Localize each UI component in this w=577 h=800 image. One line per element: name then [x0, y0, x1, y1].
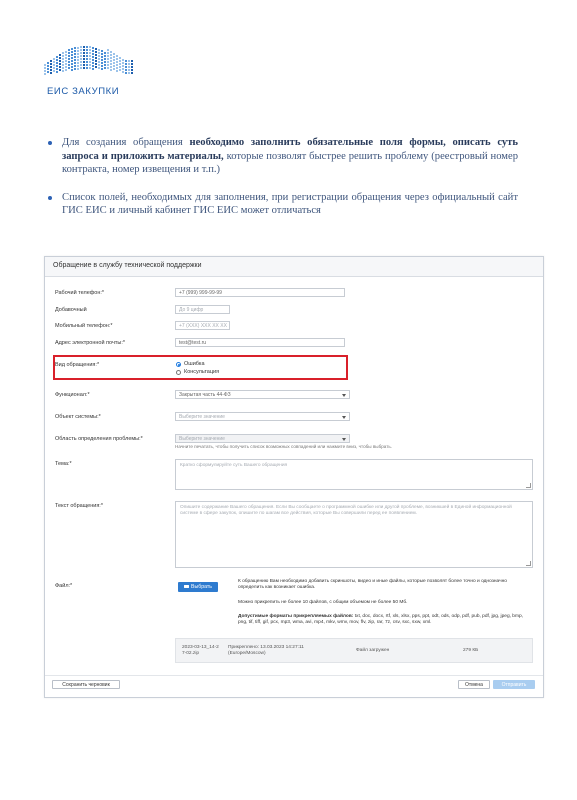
problem-area-hint: Начните печатать, чтобы получить список …: [175, 444, 392, 449]
topic-textarea[interactable]: Кратко сформулируйте суть Вашего обращен…: [175, 459, 533, 490]
email-label: Адрес электронной почты:*: [55, 340, 125, 346]
radio-consultation-label: Консультация: [184, 369, 220, 375]
mobile-phone-label: Мобильный телефон:*: [55, 323, 113, 329]
problem-area-label: Область определения проблемы:*: [55, 436, 143, 442]
info-bullets: Для создания обращения необходимо заполн…: [48, 136, 518, 232]
form-title: Обращение в службу технической поддержки: [53, 262, 202, 269]
work-phone-input[interactable]: +7 (999) 999-99-99: [175, 288, 345, 297]
submit-button[interactable]: Отправить: [493, 680, 535, 689]
file-name[interactable]: 2023-03-13_14-27-02.zip: [182, 645, 220, 657]
document-page: ЕИС ЗАКУПКИ Для создания обращения необх…: [0, 0, 577, 800]
file-attached-time: Прикреплено: 13.03.2023 14:27:11 (Europe…: [228, 645, 304, 656]
system-object-select[interactable]: Выберите значение: [175, 412, 350, 421]
cancel-button[interactable]: Отмена: [458, 680, 490, 689]
logo-text: ЕИС ЗАКУПКИ: [47, 86, 120, 97]
files-label: Файл:*: [55, 583, 73, 589]
chevron-down-icon: [342, 394, 346, 397]
problem-area-select[interactable]: Выберите значение: [175, 434, 350, 443]
eis-logo: ЕИС ЗАКУПКИ: [40, 38, 135, 100]
topic-label: Тема:*: [55, 461, 72, 467]
file-size: 279 КБ: [463, 648, 479, 653]
form-footer-divider: [45, 675, 543, 676]
attached-file-row: 2023-03-13_14-27-02.zip Прикреплено: 13.…: [175, 638, 533, 663]
radio-error[interactable]: [176, 362, 181, 367]
files-info-text: К обращению Вам необходимо добавить скри…: [238, 579, 507, 590]
email-input[interactable]: test@test.ru: [175, 338, 345, 347]
bullet-required-fields: Для создания обращения необходимо заполн…: [48, 136, 518, 177]
functional-select[interactable]: Закрытая часть 44-ФЗ: [175, 390, 350, 399]
file-status: Файл загружен: [356, 648, 390, 653]
mobile-phone-input[interactable]: +7 (XXX) XXX XX XX: [175, 321, 230, 330]
body-label: Текст обращения:*: [55, 503, 103, 509]
files-formats-text: Допустимые форматы прикрепляемых файлов:…: [238, 614, 523, 625]
folder-icon: [184, 584, 190, 589]
choose-file-button[interactable]: Выбрать: [178, 582, 218, 592]
system-object-label: Объект системы:*: [55, 414, 101, 420]
radio-consultation[interactable]: [176, 370, 181, 375]
form-header: Обращение в службу технической поддержки: [45, 257, 543, 277]
extension-input[interactable]: До 9 цифр: [175, 305, 230, 314]
files-limit-text: Можно прикрепить не более 10 файлов, с о…: [238, 600, 408, 605]
support-request-form: Обращение в службу технической поддержки…: [44, 256, 544, 698]
radio-error-label: Ошибка: [184, 361, 205, 367]
chevron-down-icon: [342, 438, 346, 441]
functional-label: Функционал:*: [55, 392, 90, 398]
bullet-fields-differ: Список полей, необходимых для заполнения…: [48, 191, 518, 218]
save-draft-button[interactable]: Сохранить черновик: [52, 680, 120, 689]
extension-label: Добавочный: [55, 307, 87, 313]
work-phone-label: Рабочий телефон:*: [55, 290, 105, 296]
body-textarea[interactable]: Опишите содержание Вашего обращения. Есл…: [175, 501, 533, 568]
request-type-label: Вид обращения:*: [55, 362, 100, 368]
chevron-down-icon: [342, 416, 346, 419]
russia-map-logo-icon: [44, 46, 133, 75]
